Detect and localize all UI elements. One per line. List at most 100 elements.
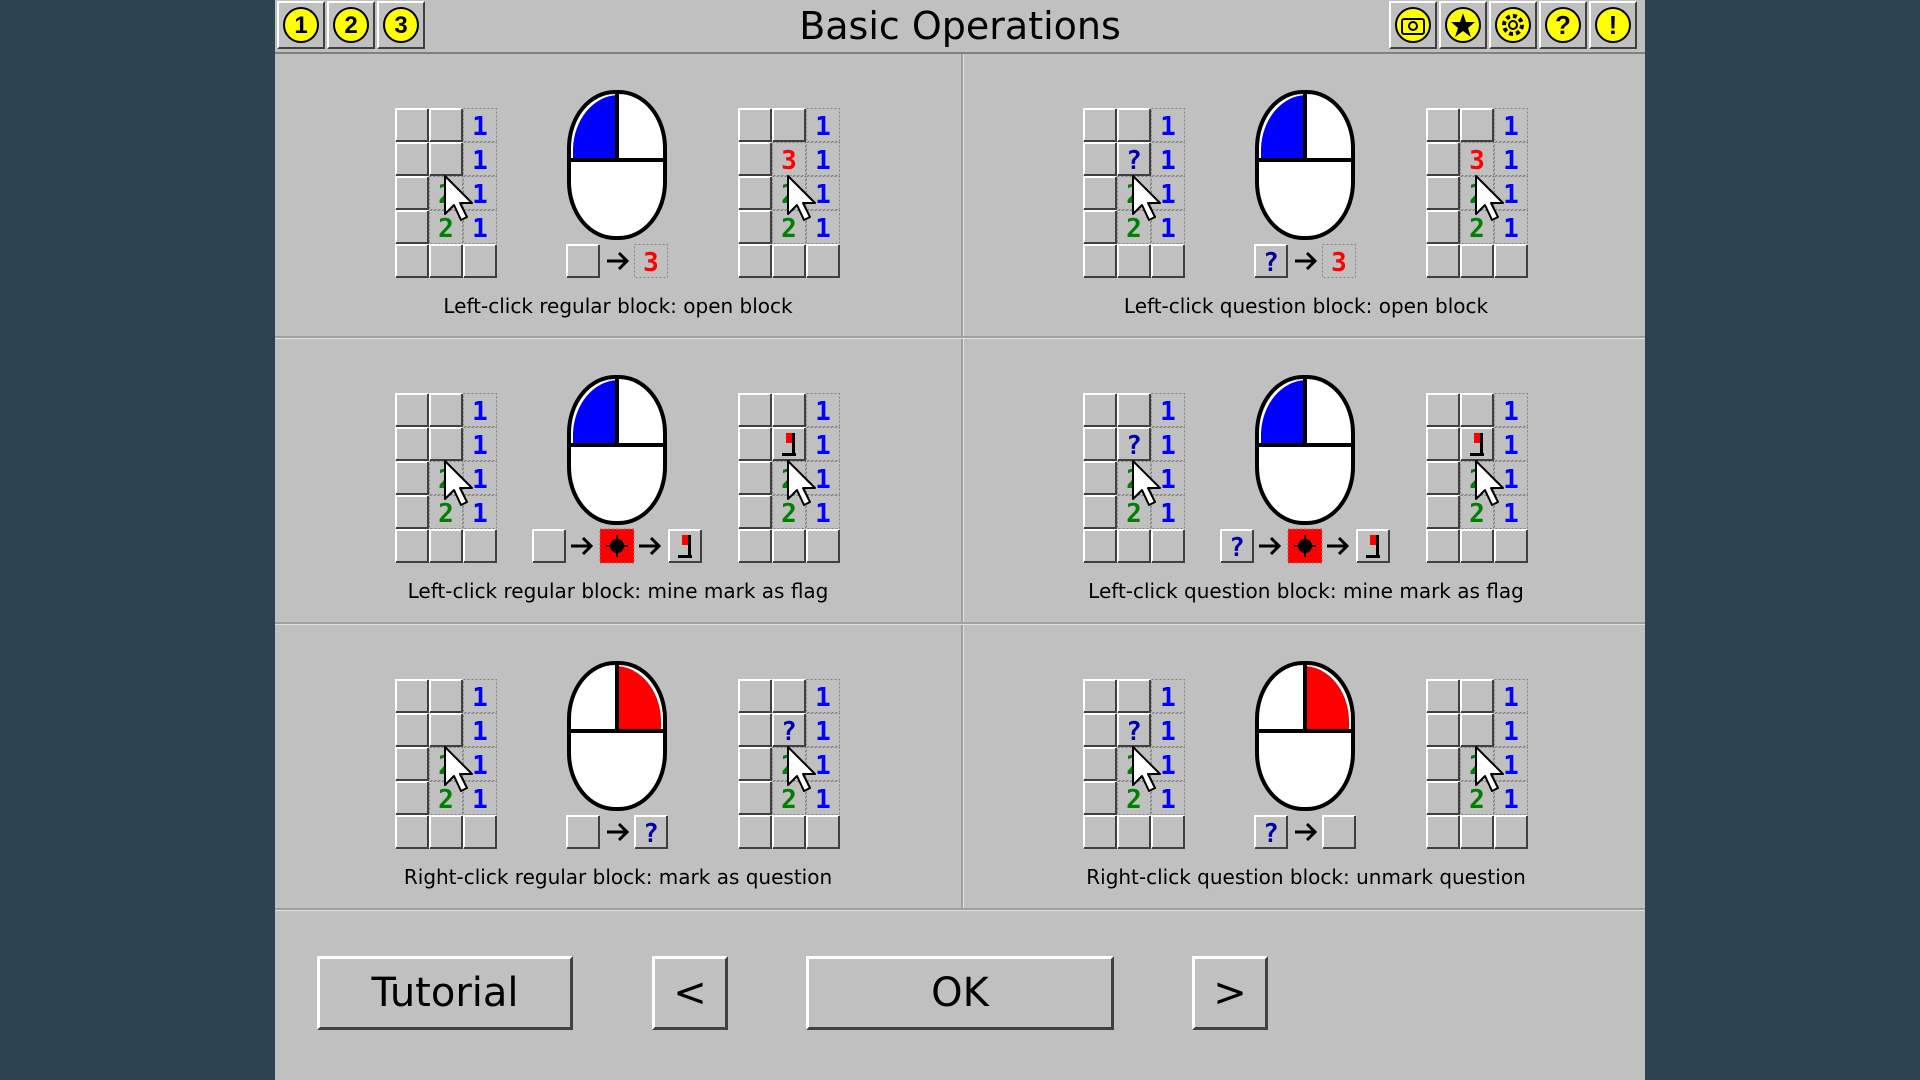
number-1-icon: 1 <box>1503 214 1519 244</box>
section-caption: Left-click regular block: mine mark as f… <box>407 579 829 603</box>
closed-block <box>738 747 772 781</box>
closed-block <box>1494 529 1528 563</box>
number-2-icon: 2 <box>781 214 797 244</box>
arrow-icon <box>607 822 630 842</box>
records-button[interactable] <box>1439 1 1487 49</box>
closed-block <box>429 815 463 849</box>
closed-block <box>1460 529 1494 563</box>
closed-block <box>1083 713 1117 747</box>
next-button[interactable]: > <box>1192 956 1268 1030</box>
closed-block <box>738 427 772 461</box>
number-1-icon: 1 <box>1160 499 1176 529</box>
closed-block <box>738 210 772 244</box>
closed-block <box>738 393 772 427</box>
closed-block <box>395 461 429 495</box>
closed-block <box>772 244 806 278</box>
number-3-icon: 3 <box>781 146 797 176</box>
illustration-unmark-question: 1?12121112121? <box>1083 661 1528 849</box>
question-mark-icon: ? <box>1126 431 1142 461</box>
number-3-icon: 3 <box>1331 248 1347 278</box>
settings-button[interactable] <box>1489 1 1537 49</box>
closed-block <box>395 244 429 278</box>
number-3-icon: 3 <box>1469 146 1485 176</box>
closed-block <box>806 244 840 278</box>
number-1-icon: 1 <box>1503 146 1519 176</box>
svg-text:!: ! <box>1609 10 1618 40</box>
number-1-icon: 1 <box>472 214 488 244</box>
closed-block <box>1460 108 1494 142</box>
screenshot-button[interactable] <box>1389 1 1437 49</box>
closed-block <box>395 781 429 815</box>
number-1-icon: 1 <box>815 431 831 461</box>
closed-block <box>1083 244 1117 278</box>
tutorial-button[interactable]: Tutorial <box>317 956 573 1030</box>
arrow-icon <box>571 536 594 556</box>
question-mark-icon: ? <box>1126 146 1142 176</box>
number-1-icon: 1 <box>1503 465 1519 495</box>
right-button-highlight <box>1305 666 1349 731</box>
closed-block <box>395 747 429 781</box>
closed-block <box>738 713 772 747</box>
closed-block <box>1460 815 1494 849</box>
number-1-icon: 1 <box>1160 214 1176 244</box>
ok-button[interactable]: OK <box>806 956 1114 1030</box>
closed-block <box>1426 815 1460 849</box>
closed-block <box>532 529 566 563</box>
number-3-icon: 3 <box>643 248 659 278</box>
closed-block <box>429 529 463 563</box>
number-2-icon: 2 <box>1469 214 1485 244</box>
number-1-icon: 1 <box>472 146 488 176</box>
section-right-click-regular-question: 1121211?12121? Right-click regular block… <box>275 625 961 909</box>
closed-block <box>1426 679 1460 713</box>
closed-block <box>738 176 772 210</box>
closed-block <box>1460 713 1494 747</box>
number-1-icon: 1 <box>472 112 488 142</box>
number-1-icon: 1 <box>815 180 831 210</box>
closed-block <box>1151 529 1185 563</box>
closed-block <box>395 815 429 849</box>
number-1-icon: 1 <box>472 397 488 427</box>
closed-block <box>1426 142 1460 176</box>
closed-block <box>1494 244 1528 278</box>
closed-block <box>738 244 772 278</box>
closed-block <box>395 108 429 142</box>
closed-block <box>806 529 840 563</box>
closed-block <box>1083 393 1117 427</box>
closed-block <box>1117 108 1151 142</box>
help-button[interactable]: ? <box>1539 1 1587 49</box>
closed-block <box>1426 393 1460 427</box>
number-2-icon: 2 <box>438 214 454 244</box>
number-1-icon: 1 <box>1160 751 1176 781</box>
arrow-icon <box>1295 251 1318 271</box>
closed-block <box>1083 427 1117 461</box>
arrow-icon <box>1295 822 1318 842</box>
closed-block <box>463 244 497 278</box>
number-1-icon: 1 <box>815 499 831 529</box>
number-1-icon: 1 <box>1503 717 1519 747</box>
illustration-flag-regular: 112121112121 <box>395 375 840 564</box>
number-1-icon: 1 <box>1503 180 1519 210</box>
section-caption: Right-click regular block: mark as quest… <box>403 865 833 889</box>
number-1-icon: 1 <box>1503 785 1519 815</box>
number-1-icon: 1 <box>1160 785 1176 815</box>
closed-block <box>429 244 463 278</box>
number-1-icon: 1 <box>815 717 831 747</box>
number-1-icon: 1 <box>472 465 488 495</box>
closed-block <box>738 529 772 563</box>
closed-block <box>1460 393 1494 427</box>
closed-block <box>463 529 497 563</box>
closed-block <box>1117 244 1151 278</box>
number-1-icon: 1 <box>1160 717 1176 747</box>
prev-button[interactable]: < <box>652 956 728 1030</box>
closed-block <box>1083 461 1117 495</box>
closed-block <box>429 427 463 461</box>
star-icon <box>1445 7 1481 43</box>
number-1-icon: 1 <box>472 180 488 210</box>
number-1-icon: 1 <box>815 683 831 713</box>
number-1-icon: 1 <box>1160 683 1176 713</box>
closed-block <box>1426 427 1460 461</box>
about-button[interactable]: ! <box>1589 1 1637 49</box>
closed-block <box>772 108 806 142</box>
number-1-icon: 1 <box>815 751 831 781</box>
number-1-icon: 1 <box>815 146 831 176</box>
